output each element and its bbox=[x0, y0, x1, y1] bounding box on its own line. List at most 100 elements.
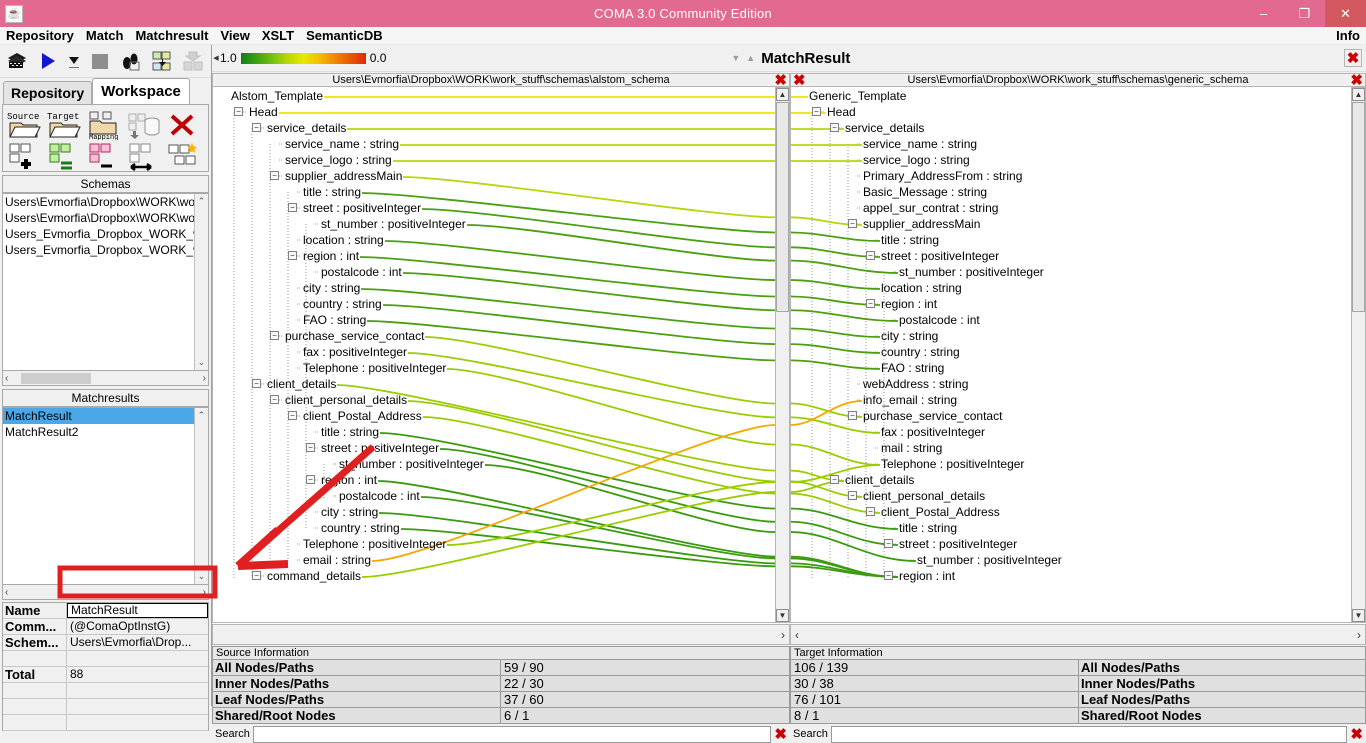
tree-expander-icon[interactable]: − bbox=[848, 491, 857, 500]
search-input[interactable] bbox=[830, 725, 1348, 743]
stop-icon[interactable] bbox=[89, 50, 111, 72]
tree-expander-icon[interactable]: − bbox=[884, 571, 893, 580]
target-close-icon[interactable]: ✖ bbox=[1350, 73, 1363, 88]
tree-node[interactable]: city : string bbox=[881, 328, 938, 344]
tree-node[interactable]: mail : string bbox=[881, 440, 942, 456]
menu-match[interactable]: Match bbox=[80, 27, 130, 45]
scroll-up-icon[interactable]: ▲ bbox=[1352, 88, 1365, 101]
tree-node[interactable]: title : string bbox=[321, 424, 379, 440]
tree-node[interactable]: client_personal_details bbox=[285, 392, 407, 408]
tree-node[interactable]: Head bbox=[249, 104, 278, 120]
tree-node[interactable]: service_name : string bbox=[863, 136, 977, 152]
tree-node[interactable]: service_name : string bbox=[285, 136, 399, 152]
tree-node[interactable]: country : string bbox=[303, 296, 382, 312]
target-tree[interactable]: Generic_Template − Head − service_details ser… bbox=[790, 87, 1366, 623]
matchresults-vertical-scrollbar[interactable]: ⌃ ⌄ bbox=[194, 408, 208, 584]
source-tree[interactable]: Alstom_Template − Head − service_details serv… bbox=[212, 87, 790, 623]
menu-semanticdb[interactable]: SemanticDB bbox=[300, 27, 389, 45]
tree-expander-icon[interactable]: − bbox=[288, 251, 297, 260]
legend-collapse-arrows[interactable]: ◀ bbox=[212, 54, 220, 62]
tree-node[interactable]: title : string bbox=[303, 184, 361, 200]
tree-node[interactable]: client_Postal_Address bbox=[303, 408, 422, 424]
tree-node[interactable]: FAO : string bbox=[303, 312, 366, 328]
tree-node[interactable]: supplier_addressMain bbox=[285, 168, 402, 184]
tree-node[interactable]: location : string bbox=[881, 280, 962, 296]
tree-node[interactable]: service_details bbox=[267, 120, 346, 136]
tree-expander-icon[interactable]: − bbox=[234, 107, 243, 116]
scroll-up-icon[interactable]: ⌃ bbox=[195, 195, 208, 208]
tree-node[interactable]: region : int bbox=[881, 296, 937, 312]
legend-left-arrow-icon[interactable]: ◀ bbox=[213, 54, 218, 62]
tree-node[interactable]: street : positiveInteger bbox=[303, 200, 421, 216]
property-row-comment[interactable]: Comm... (@ComaOptInstG) bbox=[3, 619, 208, 635]
tab-repository[interactable]: Repository bbox=[3, 81, 93, 104]
search-clear-icon[interactable]: ✖ bbox=[771, 727, 790, 742]
tree-node[interactable]: st_number : positiveInteger bbox=[339, 456, 484, 472]
property-row-schema[interactable]: Schem... Users\Evmorfia\Drop... bbox=[3, 635, 208, 651]
tree-node[interactable]: fax : positiveInteger bbox=[303, 344, 407, 360]
tree-node[interactable]: street : positiveInteger bbox=[881, 248, 999, 264]
import-schema-icon[interactable] bbox=[151, 50, 173, 72]
tree-expander-icon[interactable]: − bbox=[270, 171, 279, 180]
scroll-down-icon[interactable]: ⌄ bbox=[195, 570, 208, 583]
tree-expander-icon[interactable]: − bbox=[866, 251, 875, 260]
tree-node[interactable]: country : string bbox=[321, 520, 400, 536]
tree-node[interactable]: client_details bbox=[845, 472, 914, 488]
mapping-link[interactable] bbox=[439, 448, 775, 523]
footprint-icon[interactable] bbox=[120, 50, 142, 72]
search-clear-icon[interactable]: ✖ bbox=[1347, 727, 1366, 742]
menu-view[interactable]: View bbox=[214, 27, 255, 45]
matchresults-horizontal-scrollbar[interactable]: ‹ › bbox=[2, 585, 209, 600]
source-pane-footer[interactable]: › bbox=[212, 624, 790, 645]
scroll-up-icon[interactable]: ▲ bbox=[776, 88, 789, 101]
tree-node[interactable]: Telephone : positiveInteger bbox=[881, 456, 1024, 472]
scroll-left-icon[interactable]: ‹ bbox=[5, 373, 8, 384]
tree-expander-icon[interactable]: − bbox=[866, 507, 875, 516]
tab-workspace[interactable]: Workspace bbox=[92, 78, 190, 104]
tree-node[interactable]: service_logo : string bbox=[285, 152, 392, 168]
mapping-link[interactable] bbox=[361, 491, 775, 578]
source-close-icon[interactable]: ✖ bbox=[774, 73, 787, 88]
scrollbar-thumb[interactable] bbox=[1352, 102, 1365, 312]
tree-expander-icon[interactable]: − bbox=[252, 571, 261, 580]
scroll-right-icon[interactable]: › bbox=[1357, 628, 1361, 642]
schemas-horizontal-scrollbar[interactable]: ‹ › bbox=[2, 371, 209, 386]
new-mapping-icon[interactable] bbox=[167, 142, 201, 172]
tree-expander-icon[interactable]: − bbox=[306, 443, 315, 452]
tree-expander-icon[interactable]: − bbox=[812, 107, 821, 116]
source-folder-icon[interactable]: Source bbox=[7, 110, 41, 140]
scroll-down-icon[interactable]: ⌄ bbox=[195, 356, 208, 369]
tree-node[interactable]: purchase_service_contact bbox=[285, 328, 424, 344]
tree-node[interactable]: service_details bbox=[845, 120, 924, 136]
tree-expander-icon[interactable]: − bbox=[288, 411, 297, 420]
tree-node[interactable]: Generic_Template bbox=[809, 88, 906, 104]
tree-node[interactable]: region : int bbox=[899, 568, 955, 584]
target-left-close-icon[interactable]: ✖ bbox=[793, 73, 806, 88]
tree-node[interactable]: Alstom_Template bbox=[231, 88, 323, 104]
tree-node[interactable]: Basic_Message : string bbox=[863, 184, 987, 200]
scroll-left-icon[interactable]: ‹ bbox=[795, 628, 799, 642]
scroll-right-icon[interactable]: › bbox=[203, 373, 206, 384]
tree-node[interactable]: purchase_service_contact bbox=[863, 408, 1002, 424]
tree-node[interactable]: city : string bbox=[321, 504, 378, 520]
list-item-matchresult[interactable]: MatchResult bbox=[3, 408, 208, 424]
tree-expander-icon[interactable]: − bbox=[848, 219, 857, 228]
tree-node[interactable]: city : string bbox=[303, 280, 360, 296]
mapping-link[interactable] bbox=[446, 368, 775, 446]
menu-xslt[interactable]: XSLT bbox=[256, 27, 300, 45]
tree-node[interactable]: st_number : positiveInteger bbox=[917, 552, 1062, 568]
target-pane-footer[interactable]: ‹ › bbox=[790, 624, 1366, 645]
close-icon[interactable]: ✕ bbox=[1325, 0, 1366, 27]
mapping-link[interactable] bbox=[791, 562, 899, 578]
tree-node[interactable]: postalcode : int bbox=[339, 488, 420, 504]
tree-node[interactable]: Telephone : positiveInteger bbox=[303, 536, 446, 552]
tree-node[interactable]: supplier_addressMain bbox=[863, 216, 980, 232]
tree-expander-icon[interactable]: − bbox=[252, 379, 261, 388]
add-schema-icon[interactable] bbox=[7, 142, 41, 172]
match-equal-icon[interactable] bbox=[47, 142, 81, 172]
tree-node[interactable]: region : int bbox=[321, 472, 377, 488]
tree-expander-icon[interactable]: − bbox=[288, 203, 297, 212]
tree-node[interactable]: command_details bbox=[267, 568, 361, 584]
tree-node[interactable]: Head bbox=[827, 104, 856, 120]
tree-node[interactable]: Telephone : positiveInteger bbox=[303, 360, 446, 376]
